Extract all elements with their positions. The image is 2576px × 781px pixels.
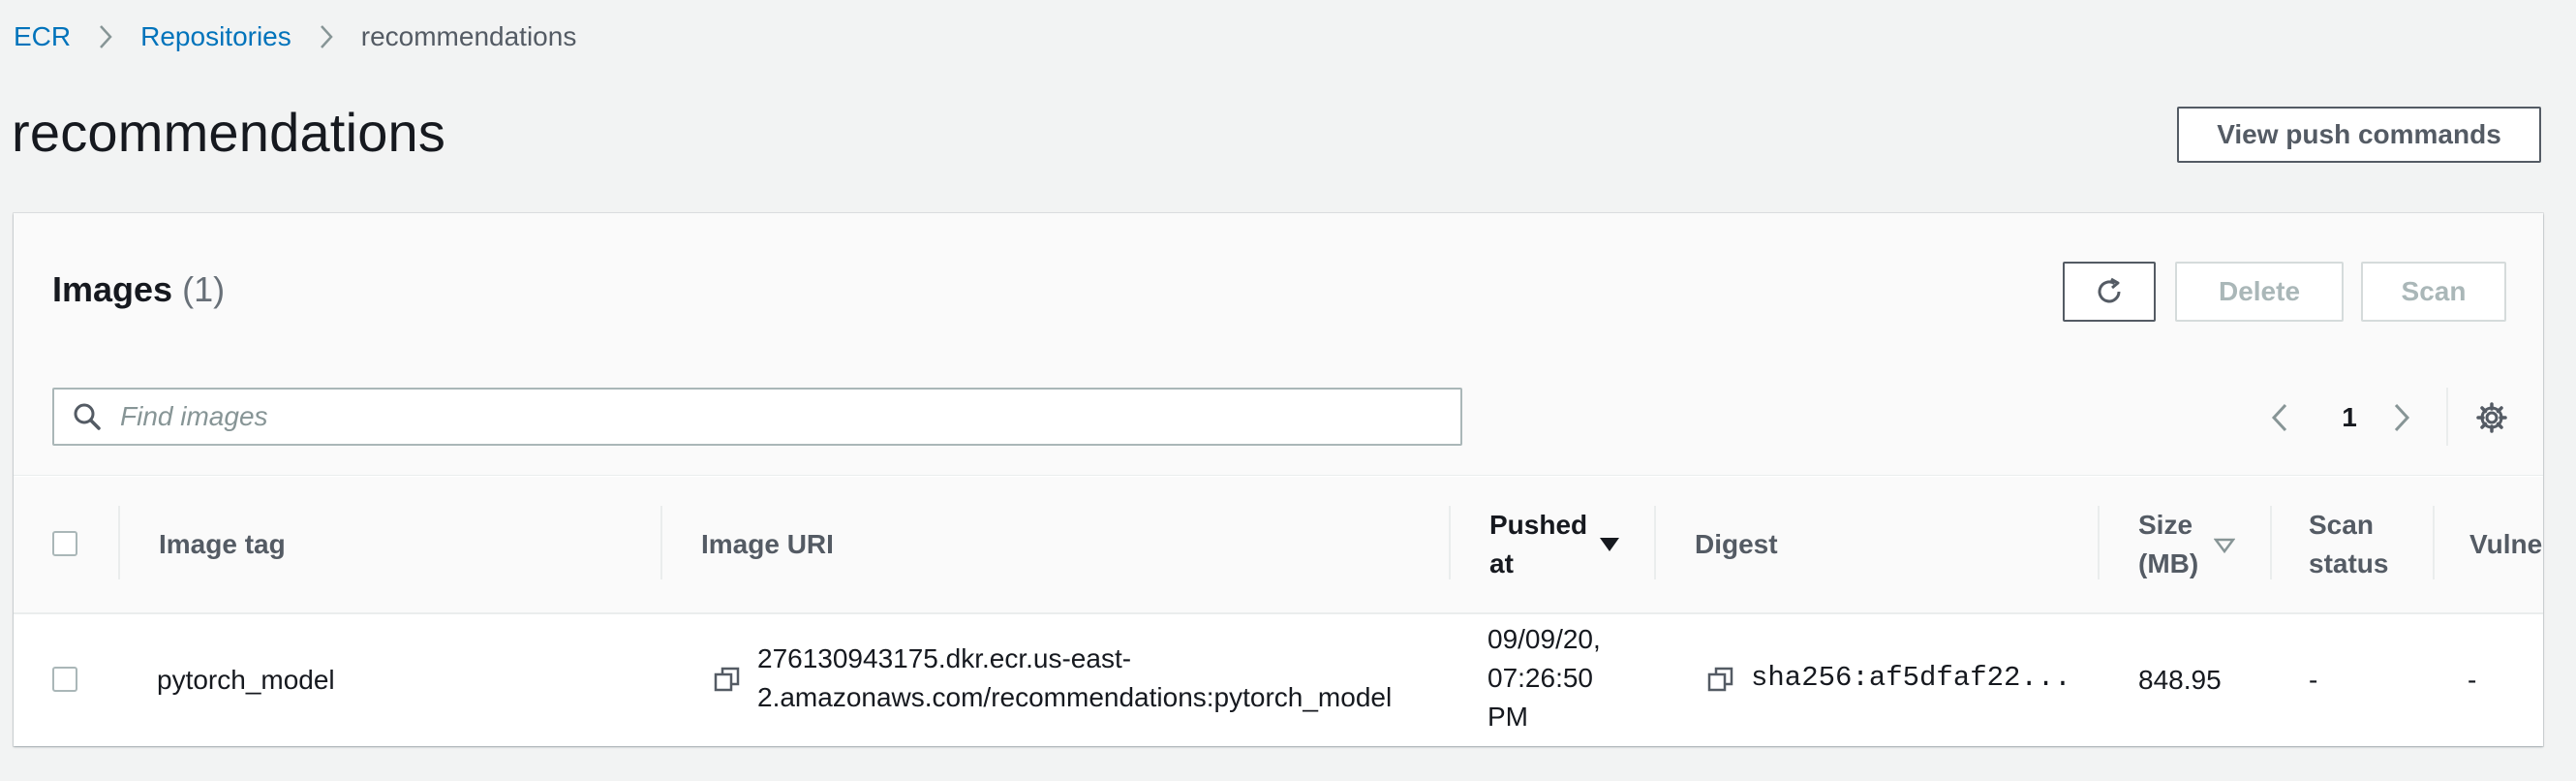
column-header-scan-status-line1: Scan	[2309, 510, 2374, 540]
column-header-size-line1: Size	[2138, 510, 2193, 540]
cell-scan-status: -	[2309, 665, 2318, 695]
scan-button[interactable]: Scan	[2361, 262, 2506, 322]
images-panel-header: Images (1) Delete Scan Find images 1	[14, 213, 2543, 476]
column-header-scan-status[interactable]: Scan status	[2309, 506, 2388, 583]
next-page-button[interactable]	[2382, 393, 2421, 442]
column-separator	[1449, 506, 1451, 579]
column-header-image-uri[interactable]: Image URI	[701, 525, 834, 564]
pagination-divider	[2446, 388, 2448, 446]
delete-button[interactable]: Delete	[2175, 262, 2344, 322]
cell-pushed-at: 09/09/20, 07:26:50 PM	[1487, 620, 1601, 736]
caret-down-icon	[1598, 535, 1621, 554]
column-header-pushed-at[interactable]: Pushed at	[1489, 506, 1587, 583]
chevron-right-icon	[319, 23, 334, 50]
cell-pushed-at-line1: 09/09/20,	[1487, 624, 1601, 654]
search-icon	[72, 401, 103, 432]
caret-down-outline-icon	[2214, 537, 2235, 554]
images-heading-label: Images	[52, 269, 173, 309]
images-panel: Images (1) Delete Scan Find images 1 Ima…	[14, 213, 2543, 746]
column-separator	[2098, 506, 2100, 579]
images-heading: Images (1)	[52, 269, 225, 310]
table-settings-button[interactable]	[2468, 393, 2516, 442]
find-images-input[interactable]	[118, 400, 1420, 433]
copy-icon[interactable]	[713, 665, 742, 694]
cell-image-uri-line1: 276130943175.dkr.ecr.us-east-	[757, 643, 1132, 673]
cell-size: 848.95	[2138, 665, 2222, 695]
previous-page-button[interactable]	[2260, 393, 2299, 442]
row-select-checkbox[interactable]	[52, 667, 77, 692]
column-header-image-tag[interactable]: Image tag	[159, 525, 286, 564]
cell-pushed-at-line3: PM	[1487, 702, 1528, 732]
refresh-icon	[2092, 274, 2127, 309]
column-header-digest[interactable]: Digest	[1695, 525, 1778, 564]
table-row[interactable]: pytorch_model 276130943175.dkr.ecr.us-ea…	[14, 614, 2543, 746]
cell-image-uri: 276130943175.dkr.ecr.us-east- 2.amazonaw…	[757, 640, 1392, 717]
column-header-pushed-at-line1: Pushed	[1489, 510, 1588, 540]
column-separator	[1654, 506, 1656, 579]
column-header-size-line2: (MB)	[2138, 548, 2199, 578]
copy-icon[interactable]	[1706, 665, 1735, 694]
view-push-commands-button[interactable]: View push commands	[2177, 107, 2541, 163]
refresh-button[interactable]	[2063, 262, 2156, 322]
column-header-size[interactable]: Size (MB)	[2138, 506, 2198, 583]
breadcrumb-current: recommendations	[360, 21, 577, 51]
column-separator	[660, 506, 662, 579]
page-title: recommendations	[12, 102, 446, 163]
chevron-right-icon	[98, 23, 113, 50]
table-header: Image tag Image URI Pushed at Digest Siz…	[14, 477, 2543, 614]
chevron-left-icon	[2270, 402, 2289, 433]
breadcrumb-link-repositories[interactable]: Repositories	[140, 21, 291, 52]
column-header-scan-status-line2: status	[2309, 548, 2389, 578]
breadcrumb: ECR Repositories recommendations	[14, 21, 576, 52]
column-header-pushed-at-line2: at	[1489, 548, 1514, 578]
column-separator	[2433, 506, 2435, 579]
gear-icon	[2475, 401, 2508, 434]
cell-vulnerabilities: -	[2468, 665, 2477, 695]
column-separator	[2270, 506, 2272, 579]
cell-pushed-at-line2: 07:26:50	[1487, 663, 1593, 693]
column-header-vulnerabilities[interactable]: Vulne	[2469, 525, 2543, 564]
cell-digest: sha256:af5dfaf22...	[1751, 662, 2071, 694]
breadcrumb-link-ecr[interactable]: ECR	[14, 21, 71, 52]
current-page-number[interactable]: 1	[2330, 393, 2369, 442]
chevron-right-icon	[2392, 402, 2411, 433]
select-all-checkbox[interactable]	[52, 531, 77, 556]
images-count: (1)	[182, 269, 226, 309]
column-separator	[118, 506, 120, 579]
cell-image-tag: pytorch_model	[157, 665, 335, 695]
find-images-search	[52, 388, 1462, 446]
cell-image-uri-line2: 2.amazonaws.com/recommendations:pytorch_…	[757, 682, 1393, 712]
